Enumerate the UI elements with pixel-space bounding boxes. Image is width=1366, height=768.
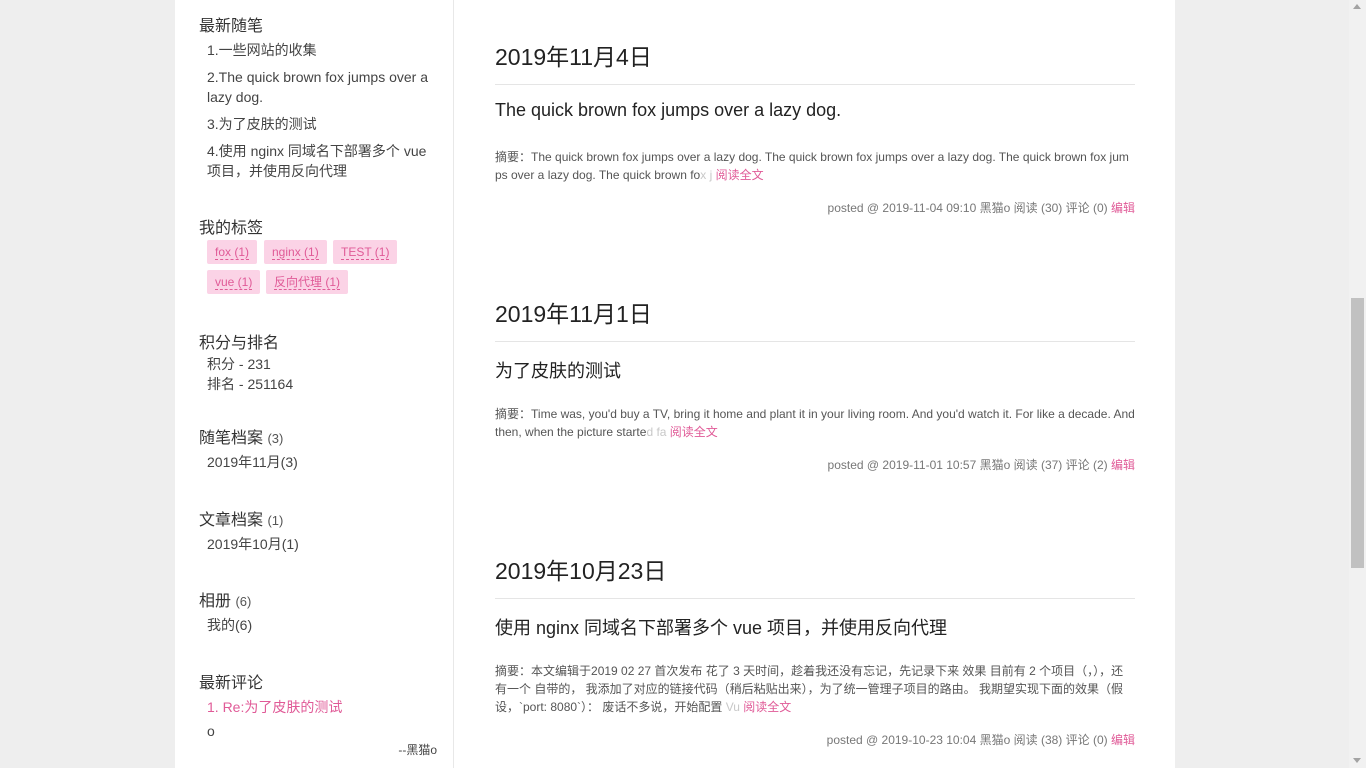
post-list: 2019年11月4日 The quick brown fox jumps ove… — [495, 0, 1135, 768]
summary-label: 摘要： — [495, 150, 532, 164]
recent-post-link[interactable]: 2.The quick brown fox jumps over a lazy … — [207, 67, 437, 107]
comment-body: o — [207, 723, 215, 739]
album-title: 相册 (6) — [199, 587, 251, 611]
post-summary: 摘要：本文编辑于2019 02 27 首次发布 花了 3 天时间，趁着我还没有忘… — [495, 662, 1135, 716]
recent-posts-title: 最新随笔 — [199, 18, 264, 35]
summary-fade: d fa — [646, 425, 667, 439]
post-meta-text: posted @ 2019-10-23 10:04 黑猫o 阅读 (38) 评论… — [826, 733, 1108, 747]
article-archive-label: 文章档案 — [199, 512, 264, 529]
article-archive-count: (1) — [267, 513, 284, 528]
post-archive-count: (3) — [267, 431, 284, 446]
recent-post-link[interactable]: 1.一些网站的收集 — [207, 40, 437, 60]
read-more-link[interactable]: 阅读全文 — [743, 700, 791, 714]
post-summary: 摘要：The quick brown fox jumps over a lazy… — [495, 148, 1135, 184]
edit-link[interactable]: 编辑 — [1111, 458, 1135, 472]
tag-label: fox (1) — [215, 245, 250, 260]
comment-author: --黑猫o — [398, 743, 437, 757]
summary-text: The quick brown fox jumps over a lazy do… — [495, 150, 1129, 182]
tag-reverse-proxy[interactable]: 反向代理 (1) — [266, 270, 349, 294]
post-date: 2019年11月4日 — [495, 38, 1135, 85]
tag-nginx[interactable]: nginx (1) — [264, 240, 327, 264]
read-more-link[interactable]: 阅读全文 — [716, 168, 764, 182]
album-link[interactable]: 我的(6) — [207, 615, 437, 635]
post-archive-label: 随笔档案 — [199, 430, 264, 447]
recent-comments-title: 最新评论 — [199, 675, 264, 692]
summary-label: 摘要： — [495, 407, 532, 421]
article-archive-link[interactable]: 2019年10月(1) — [207, 534, 437, 554]
post-date: 2019年10月23日 — [495, 552, 1135, 599]
vertical-scrollbar[interactable] — [1349, 0, 1366, 768]
recent-post-link[interactable]: 3.为了皮肤的测试 — [207, 114, 437, 134]
sidebar: 最新随笔 1.一些网站的收集 2.The quick brown fox jum… — [175, 0, 454, 768]
scroll-down-arrow-icon[interactable] — [1353, 758, 1361, 763]
post-meta-text: posted @ 2019-11-01 10:57 黑猫o 阅读 (37) 评论… — [827, 458, 1108, 472]
post-title[interactable]: The quick brown fox jumps over a lazy do… — [495, 100, 841, 121]
score-points: 积分 - 231 — [207, 356, 271, 372]
tags-title: 我的标签 — [199, 220, 264, 237]
tag-label: nginx (1) — [272, 245, 319, 260]
summary-label: 摘要： — [495, 664, 532, 678]
comment-link[interactable]: 1. Re:为了皮肤的测试 — [207, 697, 437, 717]
tag-label: vue (1) — [215, 275, 253, 290]
post-summary: 摘要：Time was, you'd buy a TV, bring it ho… — [495, 405, 1135, 441]
score-title: 积分与排名 — [199, 335, 280, 352]
edit-link[interactable]: 编辑 — [1111, 201, 1135, 215]
post-meta: posted @ 2019-11-04 09:10 黑猫o 阅读 (30) 评论… — [828, 199, 1135, 216]
post-meta: posted @ 2019-10-23 10:04 黑猫o 阅读 (38) 评论… — [827, 731, 1135, 748]
page-container: 最新随笔 1.一些网站的收集 2.The quick brown fox jum… — [175, 0, 1175, 768]
album-count: (6) — [235, 594, 252, 609]
scroll-up-arrow-icon[interactable] — [1353, 4, 1361, 9]
tag-test[interactable]: TEST (1) — [333, 240, 398, 264]
scroll-thumb[interactable] — [1351, 298, 1364, 568]
summary-fade: Vu — [725, 700, 740, 714]
tag-label: TEST (1) — [341, 245, 390, 260]
article-archive-title: 文章档案 (1) — [199, 506, 283, 530]
tag-vue[interactable]: vue (1) — [207, 270, 261, 294]
score-rank: 排名 - 251164 — [207, 376, 294, 392]
read-more-link[interactable]: 阅读全文 — [670, 425, 718, 439]
post-meta-text: posted @ 2019-11-04 09:10 黑猫o 阅读 (30) 评论… — [827, 201, 1108, 215]
post-archive-title: 随笔档案 (3) — [199, 424, 283, 448]
recent-post-link[interactable]: 4.使用 nginx 同域名下部署多个 vue 项目，并使用反向代理 — [207, 141, 437, 181]
post-meta: posted @ 2019-11-01 10:57 黑猫o 阅读 (37) 评论… — [828, 456, 1135, 473]
post-archive-link[interactable]: 2019年11月(3) — [207, 452, 437, 472]
album-label: 相册 — [199, 593, 232, 610]
post-title[interactable]: 为了皮肤的测试 — [495, 357, 621, 383]
tag-label: 反向代理 (1) — [274, 275, 341, 290]
edit-link[interactable]: 编辑 — [1111, 733, 1135, 747]
summary-text: 本文编辑于2019 02 27 首次发布 花了 3 天时间，趁着我还没有忘记，先… — [495, 664, 1124, 714]
post-date: 2019年11月1日 — [495, 295, 1135, 342]
tag-fox[interactable]: fox (1) — [207, 240, 258, 264]
summary-fade: x j — [700, 168, 713, 182]
summary-text: Time was, you'd buy a TV, bring it home … — [495, 407, 1135, 439]
post-title[interactable]: 使用 nginx 同域名下部署多个 vue 项目，并使用反向代理 — [495, 614, 947, 640]
